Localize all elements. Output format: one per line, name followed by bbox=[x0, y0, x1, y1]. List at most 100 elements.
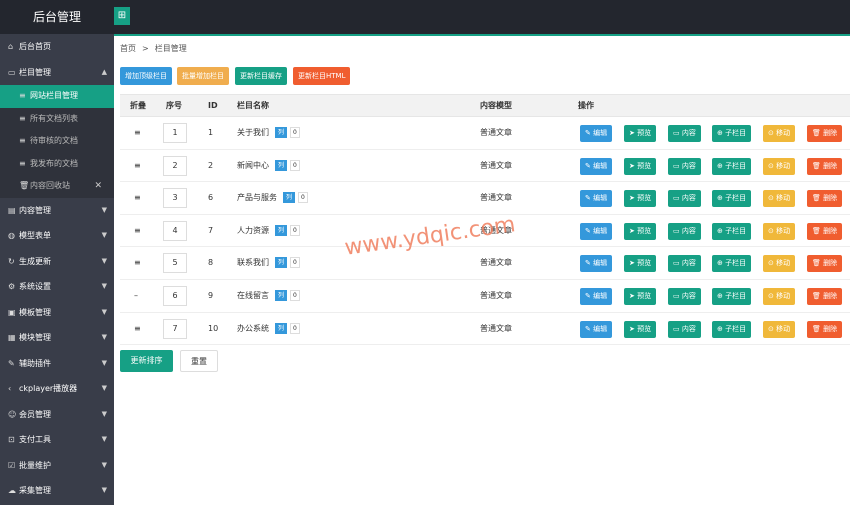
content-button[interactable]: ▭ 内容 bbox=[668, 255, 701, 273]
content-button[interactable]: ▭ 内容 bbox=[668, 222, 701, 240]
category-name[interactable]: 联系我们 bbox=[237, 258, 269, 267]
add-subcategory-button[interactable]: ⊕ 子栏目 bbox=[712, 222, 752, 240]
content-button[interactable]: ▭ 内容 bbox=[668, 157, 701, 175]
sort-order-input[interactable]: 5 bbox=[163, 253, 187, 274]
edit-button[interactable]: ✎ 编辑 bbox=[580, 125, 613, 142]
delete-button[interactable]: 🗑 删除 bbox=[807, 222, 843, 240]
fold-icon[interactable]: ≡ bbox=[134, 247, 141, 280]
preview-button[interactable]: ➤ 预览 bbox=[624, 125, 657, 142]
breadcrumb-home[interactable]: 首页 bbox=[120, 44, 136, 53]
delete-button[interactable]: 🗑 删除 bbox=[807, 190, 843, 208]
delete-button[interactable]: 🗑 删除 bbox=[807, 287, 843, 305]
sidebar-item-model-form[interactable]: ◍ 模型表单 ▼ bbox=[0, 223, 114, 249]
content-button[interactable]: ▭ 内容 bbox=[668, 320, 701, 338]
move-button[interactable]: ⊙ 移动 bbox=[763, 287, 796, 305]
sidebar-item-dashboard[interactable]: ⌂ 后台首页 bbox=[0, 34, 114, 60]
sidebar-item-module[interactable]: ▦ 模块管理 ▼ bbox=[0, 325, 114, 351]
move-button[interactable]: ⊙ 移动 bbox=[763, 125, 796, 142]
fold-icon[interactable]: ≡ bbox=[134, 117, 141, 150]
sidebar-item-category[interactable]: ▭ 栏目管理 ▲ bbox=[0, 59, 114, 85]
sidebar-subitem-recycle[interactable]: 🗑内容回收站 ✕ bbox=[0, 175, 114, 198]
fold-icon[interactable]: ≡ bbox=[134, 215, 141, 248]
sort-order-input[interactable]: 2 bbox=[163, 155, 187, 176]
move-button[interactable]: ⊙ 移动 bbox=[763, 157, 796, 175]
add-subcategory-button[interactable]: ⊕ 子栏目 bbox=[712, 320, 752, 338]
sort-order-input[interactable]: 4 bbox=[163, 220, 187, 241]
add-subcategory-button[interactable]: ⊕ 子栏目 bbox=[712, 255, 752, 273]
add-top-category-button[interactable]: 增加顶级栏目 bbox=[120, 67, 172, 85]
category-name[interactable]: 新闻中心 bbox=[237, 161, 269, 170]
sidebar-item-member[interactable]: ☺ 会员管理 ▼ bbox=[0, 402, 114, 428]
sidebar-item-batch[interactable]: ☑ 批量维护 ▼ bbox=[0, 453, 114, 479]
sidebar-subitem-site-category[interactable]: ≡ 网站栏目管理 bbox=[0, 85, 114, 108]
category-name[interactable]: 产品与服务 bbox=[237, 193, 277, 202]
add-subcategory-button[interactable]: ⊕ 子栏目 bbox=[712, 125, 752, 142]
sidebar-item-player[interactable]: ‹ ckplayer播放器 ▼ bbox=[0, 376, 114, 402]
move-button[interactable]: ⊙ 移动 bbox=[763, 190, 796, 208]
sidebar-subitem-all-docs[interactable]: ≡ 所有文档列表 bbox=[0, 108, 114, 131]
update-cache-button[interactable]: 更新栏目缓存 bbox=[235, 67, 287, 85]
preview-button[interactable]: ➤ 预览 bbox=[624, 190, 657, 208]
fold-icon[interactable]: ≡ bbox=[134, 182, 141, 215]
fold-icon[interactable]: ≡ bbox=[134, 150, 141, 183]
sidebar-item-content[interactable]: ▤ 内容管理 ▼ bbox=[0, 198, 114, 224]
list-badge[interactable]: 列 bbox=[275, 159, 288, 171]
preview-button[interactable]: ➤ 预览 bbox=[624, 222, 657, 240]
list-badge[interactable]: 列 bbox=[275, 127, 288, 138]
list-badge[interactable]: 列 bbox=[283, 192, 296, 204]
sidebar-item-settings[interactable]: ⚙ 系统设置 ▼ bbox=[0, 274, 114, 300]
edit-button[interactable]: ✎ 编辑 bbox=[580, 287, 613, 305]
sidebar-subitem-my-docs[interactable]: ≡ 我发布的文档 bbox=[0, 153, 114, 176]
list-badge[interactable]: 列 bbox=[275, 289, 288, 301]
update-sort-button[interactable]: 更新排序 bbox=[120, 350, 173, 372]
list-badge[interactable]: 列 bbox=[275, 322, 288, 334]
grid-icon[interactable]: ⊞ bbox=[114, 7, 130, 25]
sort-order-input[interactable]: 3 bbox=[163, 188, 187, 209]
sort-order-input[interactable]: 1 bbox=[163, 123, 187, 143]
delete-button[interactable]: 🗑 删除 bbox=[807, 255, 843, 273]
move-button[interactable]: ⊙ 移动 bbox=[763, 255, 796, 273]
edit-button[interactable]: ✎ 编辑 bbox=[580, 320, 613, 338]
content-button[interactable]: ▭ 内容 bbox=[668, 287, 701, 305]
add-subcategory-button[interactable]: ⊕ 子栏目 bbox=[712, 287, 752, 305]
edit-button[interactable]: ✎ 编辑 bbox=[580, 222, 613, 240]
close-icon[interactable]: ✕ bbox=[94, 175, 102, 198]
sidebar-item-template[interactable]: ▣ 模板管理 ▼ bbox=[0, 300, 114, 326]
sidebar-subitem-pending-docs[interactable]: ≡ 待审核的文档 bbox=[0, 130, 114, 153]
category-name[interactable]: 在线留言 bbox=[237, 291, 269, 300]
update-html-button[interactable]: 更新栏目HTML bbox=[293, 67, 351, 85]
move-button[interactable]: ⊙ 移动 bbox=[763, 222, 796, 240]
content-button[interactable]: ▭ 内容 bbox=[668, 190, 701, 208]
sidebar-item-payment[interactable]: ⊡ 支付工具 ▼ bbox=[0, 427, 114, 453]
category-name[interactable]: 办公系统 bbox=[237, 324, 269, 333]
add-subcategory-button[interactable]: ⊕ 子栏目 bbox=[712, 190, 752, 208]
edit-button[interactable]: ✎ 编辑 bbox=[580, 190, 613, 208]
fold-icon[interactable]: ≡ bbox=[134, 313, 141, 346]
batch-add-category-button[interactable]: 批量增加栏目 bbox=[177, 67, 229, 85]
preview-button[interactable]: ➤ 预览 bbox=[624, 157, 657, 175]
list-badge[interactable]: 列 bbox=[275, 257, 288, 269]
sidebar-item-plugin[interactable]: ✎ 辅助插件 ▼ bbox=[0, 351, 114, 377]
sidebar-item-collect[interactable]: ☁ 采集管理 ▼ bbox=[0, 478, 114, 504]
move-icon: ⊙ bbox=[768, 324, 774, 333]
edit-button[interactable]: ✎ 编辑 bbox=[580, 157, 613, 175]
add-subcategory-button[interactable]: ⊕ 子栏目 bbox=[712, 157, 752, 175]
sort-order-input[interactable]: 7 bbox=[163, 318, 187, 339]
preview-button[interactable]: ➤ 预览 bbox=[624, 320, 657, 338]
move-button[interactable]: ⊙ 移动 bbox=[763, 320, 796, 338]
category-name[interactable]: 关于我们 bbox=[237, 128, 269, 137]
content-button[interactable]: ▭ 内容 bbox=[668, 125, 701, 142]
list-badge[interactable]: 列 bbox=[275, 224, 288, 236]
delete-button[interactable]: 🗑 删除 bbox=[807, 157, 843, 175]
preview-button[interactable]: ➤ 预览 bbox=[624, 255, 657, 273]
delete-button[interactable]: 🗑 删除 bbox=[807, 320, 843, 338]
category-name[interactable]: 人力资源 bbox=[237, 226, 269, 235]
sort-order-input[interactable]: 6 bbox=[163, 285, 187, 306]
reset-button[interactable]: 重置 bbox=[180, 350, 218, 372]
user-icon: ☺ bbox=[8, 409, 17, 419]
edit-button[interactable]: ✎ 编辑 bbox=[580, 255, 613, 273]
delete-button[interactable]: 🗑 删除 bbox=[807, 125, 843, 142]
preview-button[interactable]: ➤ 预览 bbox=[624, 287, 657, 305]
fold-icon[interactable]: – bbox=[134, 280, 138, 313]
sidebar-item-generate[interactable]: ↻ 生成更新 ▼ bbox=[0, 249, 114, 275]
